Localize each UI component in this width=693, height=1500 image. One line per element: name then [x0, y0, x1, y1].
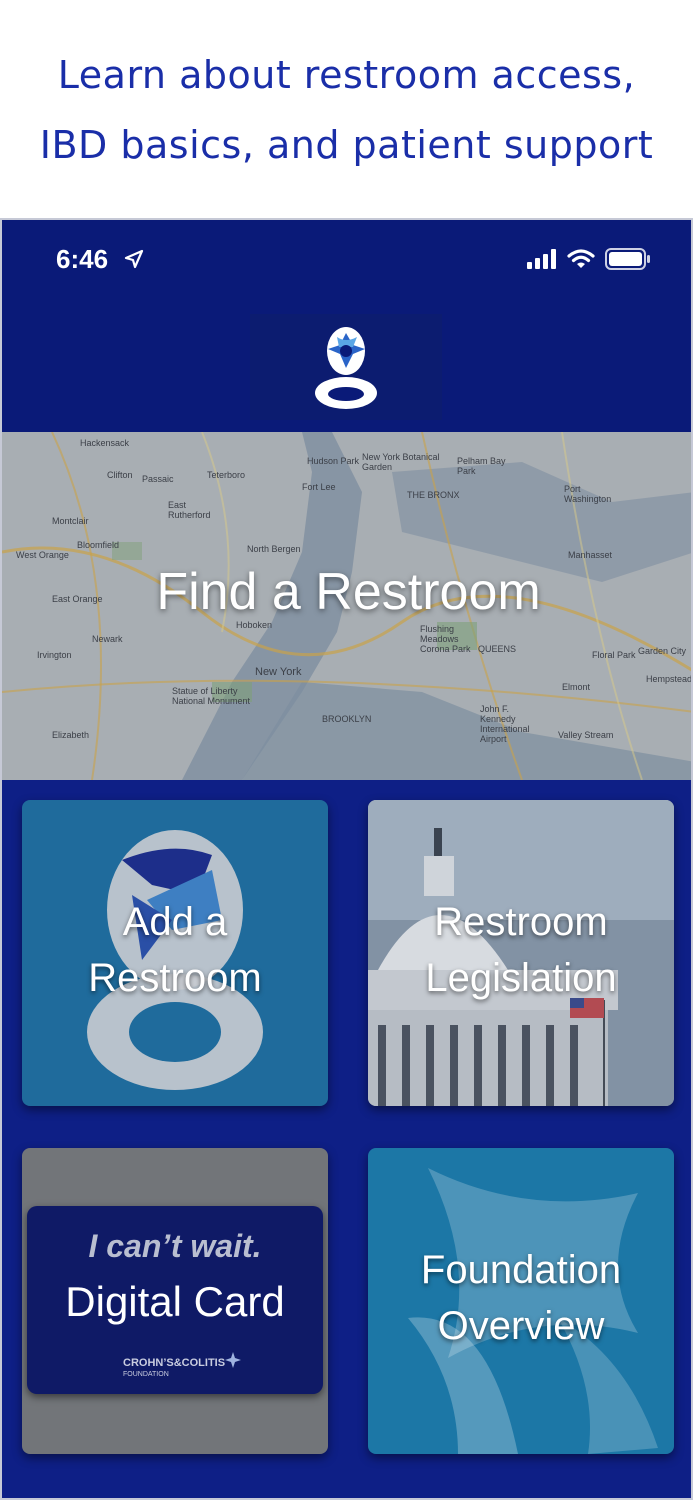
map-label: THE BRONX	[407, 490, 460, 500]
map-label: New York	[255, 666, 302, 678]
map-label: Hempstead	[646, 674, 693, 684]
add-restroom-label-line-1: Add a	[122, 900, 228, 944]
map-label: Montclair	[52, 516, 89, 526]
headline-line-1: Learn about restroom access,	[57, 53, 636, 97]
map-label: QUEENS	[478, 644, 517, 654]
map-label: Hackensack	[80, 438, 130, 448]
find-restroom-map-banner[interactable]: Hackensack Hudson Park New York Botanica…	[2, 432, 693, 780]
wifi-icon	[567, 249, 595, 268]
foundation-overview-label-line-2: Overview	[437, 1304, 605, 1348]
app-header	[2, 302, 691, 432]
restroom-legislation-tile[interactable]: Restroom Legislation	[368, 800, 674, 1106]
card-org-sub: FOUNDATION	[123, 1371, 169, 1378]
status-icons	[527, 248, 651, 270]
status-time: 6:46	[56, 244, 109, 274]
card-org-name: CROHN’S&COLITIS	[123, 1357, 226, 1369]
map-label: Garden City	[638, 646, 687, 656]
restroom-legislation-label-line-2: Legislation	[425, 956, 617, 1000]
promo-headline: Learn about restroom access, IBD basics,…	[0, 40, 693, 180]
toilet-logo-icon	[250, 314, 442, 420]
digital-card-image: I can’t wait. Digital Card CROHN’S&COLIT…	[27, 1206, 323, 1394]
map-label: Floral Park	[592, 650, 636, 660]
map-label: BROOKLYN	[322, 714, 372, 724]
location-arrow-icon	[124, 249, 144, 269]
map-label: Teterboro	[207, 470, 246, 480]
status-bar: 6:46	[2, 220, 691, 302]
map-label: Valley Stream	[558, 730, 614, 740]
phone-screen: 6:46 Hackensack Hudson Park New York Bot…	[0, 218, 693, 1500]
map-label: Manhasset	[568, 550, 613, 560]
add-restroom-label-line-2: Restroom	[88, 956, 262, 1000]
add-restroom-label: Add a Restroom	[22, 894, 328, 1006]
battery-icon	[605, 248, 650, 270]
map-label: West Orange	[16, 550, 69, 560]
map-label: Fort Lee	[302, 482, 336, 492]
signal-icon	[527, 249, 556, 269]
map-label: Elizabeth	[52, 730, 90, 740]
map-label: Bloomfield	[77, 540, 120, 550]
map-label: Newark	[92, 634, 123, 644]
map-label: Statue of Liberty National Monument	[172, 686, 251, 706]
foundation-overview-label: Foundation Overview	[368, 1242, 674, 1354]
foundation-star-icon	[225, 1352, 241, 1368]
map-label: Irvington	[37, 650, 72, 660]
map-label: North Bergen	[247, 544, 301, 554]
find-restroom-title: Find a Restroom	[156, 563, 541, 621]
card-title: Digital Card	[65, 1278, 285, 1325]
card-tagline: I can’t wait.	[88, 1228, 262, 1264]
headline-line-2: IBD basics, and patient support	[39, 123, 654, 167]
map-label: East Rutherford	[168, 500, 211, 520]
foundation-overview-tile[interactable]: Foundation Overview	[368, 1148, 674, 1454]
digital-card-tile[interactable]: I can’t wait. Digital Card CROHN’S&COLIT…	[22, 1148, 328, 1454]
map-label: Port Washington	[564, 484, 612, 504]
map-label: Pelham Bay Park	[457, 456, 506, 476]
map-label: Elmont	[562, 682, 591, 692]
map-label: John F. Kennedy International Airport	[480, 704, 530, 744]
add-restroom-tile[interactable]: Add a Restroom	[22, 800, 328, 1106]
foundation-overview-label-line-1: Foundation	[420, 1248, 622, 1292]
restroom-legislation-label: Restroom Legislation	[368, 894, 674, 1006]
card-org: CROHN’S&COLITIS FOUNDATION	[123, 1358, 225, 1380]
map-label: Passaic	[142, 474, 174, 484]
map-label: Clifton	[107, 470, 133, 480]
map-label: New York Botanical Garden	[362, 452, 440, 472]
restroom-legislation-label-line-1: Restroom	[434, 900, 608, 944]
map-label: Hudson Park	[307, 456, 360, 466]
